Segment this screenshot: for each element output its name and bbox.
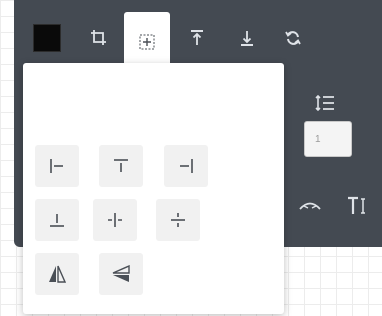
align-left-icon bbox=[50, 159, 63, 173]
flip-vertical-button[interactable] bbox=[99, 253, 143, 295]
flip-horizontal-button[interactable] bbox=[35, 253, 79, 295]
align-right-button[interactable] bbox=[164, 145, 208, 187]
flip-vertical-icon bbox=[112, 265, 130, 282]
rotate-icon bbox=[285, 31, 301, 45]
align-right-icon bbox=[180, 159, 193, 173]
bring-to-front-icon bbox=[191, 30, 203, 45]
crop-button[interactable] bbox=[76, 12, 122, 64]
line-height-input[interactable]: 1 bbox=[304, 121, 352, 157]
align-left-button[interactable] bbox=[35, 145, 79, 187]
curve-text-icon bbox=[299, 202, 321, 210]
align-horizontal-center-button[interactable] bbox=[93, 199, 137, 241]
flip-button[interactable] bbox=[270, 12, 316, 64]
flip-horizontal-icon bbox=[49, 265, 66, 283]
align-top-button[interactable] bbox=[99, 145, 143, 187]
align-center-icon bbox=[139, 34, 155, 50]
text-style-icon bbox=[348, 196, 365, 214]
send-to-back-button[interactable] bbox=[224, 12, 270, 64]
color-swatch bbox=[33, 24, 61, 52]
align-popover bbox=[23, 63, 284, 314]
align-bottom-button[interactable] bbox=[35, 199, 79, 241]
align-vertical-center-button[interactable] bbox=[156, 199, 200, 241]
crop-icon bbox=[91, 30, 106, 45]
line-height-icon bbox=[315, 94, 334, 112]
align-bottom-icon bbox=[50, 214, 64, 227]
align-vertical-center-icon bbox=[171, 213, 185, 227]
color-swatch-button[interactable] bbox=[24, 12, 70, 64]
bring-to-front-button[interactable] bbox=[174, 12, 220, 64]
send-to-back-icon bbox=[241, 31, 253, 46]
align-horizontal-center-icon bbox=[108, 213, 122, 227]
align-top-icon bbox=[114, 159, 128, 172]
